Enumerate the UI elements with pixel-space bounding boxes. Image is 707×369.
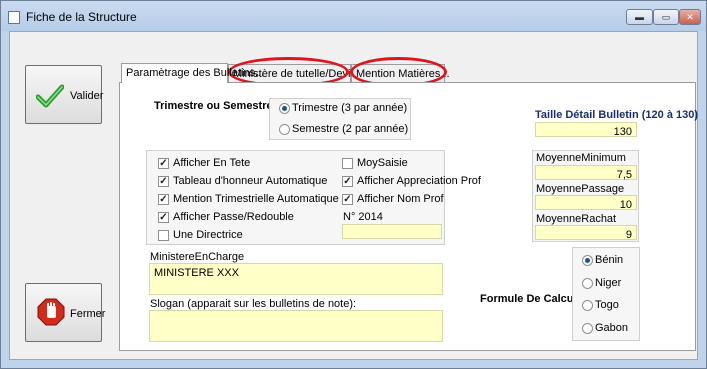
passe-redouble-label: Afficher Passe/Redouble bbox=[173, 211, 294, 223]
fermer-button[interactable]: Fermer bbox=[25, 283, 106, 342]
benin-label: Bénin bbox=[595, 254, 624, 266]
formule-label: Formule De Calcule bbox=[480, 293, 583, 305]
moyenne-minimum-field[interactable]: 7,5 bbox=[535, 165, 637, 181]
moyenne-minimum-value: 7,5 bbox=[616, 169, 632, 181]
taille-label: Taille Détail Bulletin (120 à 130) bbox=[535, 109, 699, 121]
checkmark-icon bbox=[36, 84, 64, 108]
title-bar: Fiche de la Structure ▬ ▭ ✕ bbox=[1, 1, 706, 31]
moyenne-rachat-field[interactable]: 9 bbox=[535, 225, 637, 241]
taille-value: 130 bbox=[613, 126, 632, 138]
moysaisie-checkbox[interactable] bbox=[342, 158, 353, 169]
maximize-button[interactable]: ▭ bbox=[653, 9, 679, 25]
moyenne-rachat-value: 9 bbox=[625, 229, 632, 241]
n2014-label: N° 2014 bbox=[343, 211, 383, 223]
slogan-field[interactable] bbox=[149, 310, 443, 342]
radio-benin[interactable] bbox=[582, 255, 593, 266]
trimestre-label: Trimestre (3 par année) bbox=[292, 102, 408, 114]
togo-label: Togo bbox=[595, 299, 619, 311]
semestre-label: Semestre (2 par année) bbox=[292, 123, 409, 135]
period-heading: Trimestre ou Semestre ? bbox=[154, 100, 283, 112]
radio-togo[interactable] bbox=[582, 300, 593, 311]
mention-trimestrielle-label: Mention Trimestrielle Automatique bbox=[173, 193, 339, 205]
appreciation-prof-checkbox[interactable]: ✓ bbox=[342, 176, 353, 187]
ministere-label: MinistereEnCharge bbox=[150, 251, 245, 263]
afficher-en-tete-checkbox[interactable]: ✓ bbox=[158, 158, 169, 169]
moyennes-group: MoyenneMinimum 7,5 MoyennePassage 10 Moy… bbox=[532, 150, 639, 242]
mention-trimestrielle-checkbox[interactable]: ✓ bbox=[158, 194, 169, 205]
ministere-field[interactable]: MINISTERE XXX bbox=[149, 263, 443, 295]
ministere-value: MINISTERE XXX bbox=[154, 267, 239, 279]
niger-label: Niger bbox=[595, 277, 622, 289]
radio-semestre[interactable] bbox=[279, 124, 290, 135]
fermer-label: Fermer bbox=[70, 308, 106, 320]
tableau-honneur-checkbox[interactable]: ✓ bbox=[158, 176, 169, 187]
nom-prof-label: Afficher Nom Prof bbox=[357, 193, 444, 205]
gabon-label: Gabon bbox=[595, 322, 629, 334]
moyenne-passage-field[interactable]: 10 bbox=[535, 195, 637, 211]
tab-parametrage[interactable]: Paramètrage des Bulletins... bbox=[121, 63, 264, 83]
taille-field[interactable]: 130 bbox=[535, 122, 637, 138]
options-group: ✓ Afficher En Tete ✓ Tableau d'honneur A… bbox=[146, 150, 481, 245]
stop-hand-icon bbox=[37, 298, 65, 326]
radio-gabon[interactable] bbox=[582, 323, 593, 334]
moyenne-passage-value: 10 bbox=[619, 199, 632, 211]
moyenne-minimum-label: MoyenneMinimum bbox=[536, 152, 626, 164]
window-title: Fiche de la Structure bbox=[26, 10, 137, 24]
period-group: Trimestre (3 par année) Semestre (2 par … bbox=[269, 98, 411, 140]
tableau-honneur-label: Tableau d'honneur Automatique bbox=[173, 175, 328, 187]
nom-prof-checkbox[interactable]: ✓ bbox=[342, 194, 353, 205]
valider-button[interactable]: Valider bbox=[25, 65, 104, 124]
radio-niger[interactable] bbox=[582, 278, 593, 289]
n2014-field[interactable] bbox=[342, 224, 442, 239]
afficher-en-tete-label: Afficher En Tete bbox=[173, 157, 251, 169]
valider-label: Valider bbox=[70, 90, 104, 102]
minimize-button[interactable]: ▬ bbox=[626, 9, 653, 25]
formule-group: Bénin Niger Togo Gabon bbox=[572, 247, 640, 341]
moyenne-passage-label: MoyennePassage bbox=[536, 183, 625, 195]
appreciation-prof-label: Afficher Appreciation Prof bbox=[357, 175, 481, 187]
app-icon bbox=[8, 11, 20, 24]
radio-trimestre[interactable] bbox=[279, 103, 290, 114]
slogan-label: Slogan (apparait sur les bulletins de no… bbox=[150, 298, 357, 310]
une-directrice-label: Une Directrice bbox=[173, 229, 243, 241]
window: Fiche de la Structure ▬ ▭ ✕ Valider Ferm… bbox=[0, 0, 707, 369]
moyenne-rachat-label: MoyenneRachat bbox=[536, 213, 617, 225]
une-directrice-checkbox[interactable] bbox=[158, 230, 169, 241]
close-button[interactable]: ✕ bbox=[679, 9, 701, 25]
moysaisie-label: MoySaisie bbox=[357, 157, 408, 169]
passe-redouble-checkbox[interactable]: ✓ bbox=[158, 212, 169, 223]
